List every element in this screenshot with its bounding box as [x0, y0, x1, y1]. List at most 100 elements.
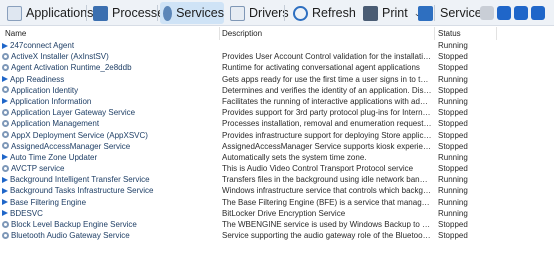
table-row[interactable]: App Readiness Gets apps ready for use the… — [0, 74, 554, 85]
table-row[interactable]: Application Identity Determines and verif… — [0, 85, 554, 96]
service-description: Gets apps ready for use the first time a… — [222, 74, 432, 84]
service-name-cell: Auto Time Zone Updater — [2, 152, 218, 163]
running-icon — [2, 98, 8, 105]
table-row[interactable]: AssignedAccessManager Service AssignedAcc… — [0, 141, 554, 152]
service-gear-icon — [2, 220, 9, 228]
stop-service-button[interactable] — [514, 6, 528, 20]
service-name-cell: Application Management — [2, 118, 218, 129]
service-name: Base Filtering Engine — [10, 197, 87, 207]
service-name: Application Layer Gateway Service — [11, 108, 136, 118]
print-button[interactable]: Print ⌄ — [360, 2, 421, 24]
service-status: Stopped — [438, 85, 468, 95]
service-description: The Base Filtering Engine (BFE) is a ser… — [222, 197, 432, 207]
service-name: BDESVC — [10, 208, 43, 218]
processes-button[interactable]: Processes — [90, 2, 170, 24]
service-description: Transfers files in the background using … — [222, 175, 432, 185]
column-name[interactable]: Name — [5, 29, 26, 38]
service-gear-icon — [2, 119, 9, 127]
applications-button[interactable]: Applications — [4, 2, 93, 24]
applications-label: Applications — [26, 6, 94, 20]
service-name: Background Intelligent Transfer Service — [10, 175, 150, 185]
restart-service-button[interactable] — [531, 6, 545, 20]
service-description: This is Audio Video Control Transport Pr… — [222, 164, 414, 174]
service-name-cell: ActiveX Installer (AxInstSV) — [2, 51, 218, 62]
service-gear-icon — [2, 52, 9, 60]
applications-icon — [7, 5, 22, 21]
column-status[interactable]: Status — [438, 29, 461, 38]
service-gear-icon — [2, 164, 9, 172]
service-name: Agent Activation Runtime_2e8ddb — [11, 63, 132, 73]
services-button[interactable]: Services — [160, 2, 224, 24]
service-gear-icon — [2, 142, 9, 150]
service-status: Running — [438, 41, 468, 50]
column-divider[interactable] — [434, 27, 435, 40]
service-status: Stopped — [438, 52, 468, 62]
service-status: Stopped — [438, 231, 468, 241]
service-gear-icon — [2, 131, 9, 138]
service-description: Service supporting the audio gateway rol… — [222, 231, 432, 241]
services-label: Services — [176, 6, 224, 20]
toolbar-separator — [284, 5, 285, 21]
drivers-button[interactable]: Drivers — [227, 2, 289, 24]
service-name: Application Information — [10, 96, 92, 106]
service-name: Bluetooth Audio Gateway Service — [11, 231, 130, 241]
table-row[interactable]: AppX Deployment Service (AppXSVC) Provide… — [0, 130, 554, 141]
refresh-icon — [293, 5, 308, 21]
service-name: Application Identity — [11, 85, 79, 95]
table-row[interactable]: AVCTP service This is Audio Video Control… — [0, 163, 554, 174]
service-status: Stopped — [438, 164, 468, 174]
service-name: App Readiness — [10, 74, 65, 84]
pause-service-button[interactable] — [497, 6, 511, 20]
service-status: Running — [438, 74, 468, 84]
start-service-button[interactable] — [480, 6, 494, 20]
running-icon — [2, 210, 8, 217]
column-divider[interactable] — [219, 27, 220, 40]
service-status: Stopped — [438, 63, 468, 73]
table-row[interactable]: Auto Time Zone Updater Automatically sets… — [0, 152, 554, 163]
table-row[interactable]: Application Information Facilitates the r… — [0, 96, 554, 107]
table-row[interactable]: ActiveX Installer (AxInstSV) Provides Use… — [0, 51, 554, 62]
service-status: Running — [438, 197, 468, 207]
refresh-button[interactable]: Refresh ⌄ — [290, 2, 369, 24]
service-description: The WBENGINE service is used by Windows … — [222, 220, 432, 229]
services-list: 247connect Agent Running ActiveX Installer… — [0, 40, 554, 241]
column-divider[interactable] — [496, 27, 497, 40]
drivers-icon — [230, 5, 245, 21]
service-name-cell: App Readiness — [2, 74, 218, 85]
table-row[interactable]: Block Level Backup Engine Service The WBE… — [0, 219, 554, 230]
table-row[interactable]: Bluetooth Audio Gateway Service Service s… — [0, 230, 554, 241]
table-row[interactable]: 247connect Agent Running — [0, 40, 554, 51]
service-status: Stopped — [438, 119, 468, 129]
service-description: Determines and verifies the identity of … — [222, 85, 432, 95]
drivers-label: Drivers — [249, 6, 289, 20]
service-name: ActiveX Installer (AxInstSV) — [11, 52, 109, 62]
table-row[interactable]: Background Intelligent Transfer Service T… — [0, 174, 554, 185]
service-description: BitLocker Drive Encryption Service — [222, 208, 346, 218]
service-status: Running — [438, 152, 468, 162]
running-icon — [2, 154, 8, 161]
service-name: AVCTP service — [11, 164, 65, 174]
service-description: Provides support for 3rd party protocol … — [222, 108, 432, 118]
processes-icon — [93, 5, 108, 21]
column-description[interactable]: Description — [222, 29, 262, 38]
service-gear-icon — [2, 86, 9, 94]
service-name-cell: Base Filtering Engine — [2, 197, 218, 208]
service-description: AssignedAccessManager Service supports k… — [222, 141, 432, 151]
table-row[interactable]: Base Filtering Engine The Base Filtering … — [0, 197, 554, 208]
table-row[interactable]: Background Tasks Infrastructure Service W… — [0, 185, 554, 196]
table-row[interactable]: Application Layer Gateway Service Provide… — [0, 107, 554, 118]
service-name: Background Tasks Infrastructure Service — [10, 186, 154, 196]
table-row[interactable]: Application Management Processes installa… — [0, 118, 554, 129]
service-name-cell: BDESVC — [2, 208, 218, 219]
service-gear-icon — [2, 63, 9, 71]
service-status: Stopped — [438, 220, 468, 229]
service-name: Application Management — [11, 119, 100, 129]
toolbar-separator — [434, 5, 435, 21]
service-status: Stopped — [438, 130, 468, 140]
service-status: Running — [438, 175, 468, 185]
table-row[interactable]: BDESVC BitLocker Drive Encryption Service… — [0, 208, 554, 219]
service-gear-icon — [2, 108, 9, 116]
table-row[interactable]: Agent Activation Runtime_2e8ddb Runtime f… — [0, 62, 554, 73]
service-name-cell: Background Intelligent Transfer Service — [2, 174, 218, 185]
service-name-cell: Background Tasks Infrastructure Service — [2, 185, 218, 196]
